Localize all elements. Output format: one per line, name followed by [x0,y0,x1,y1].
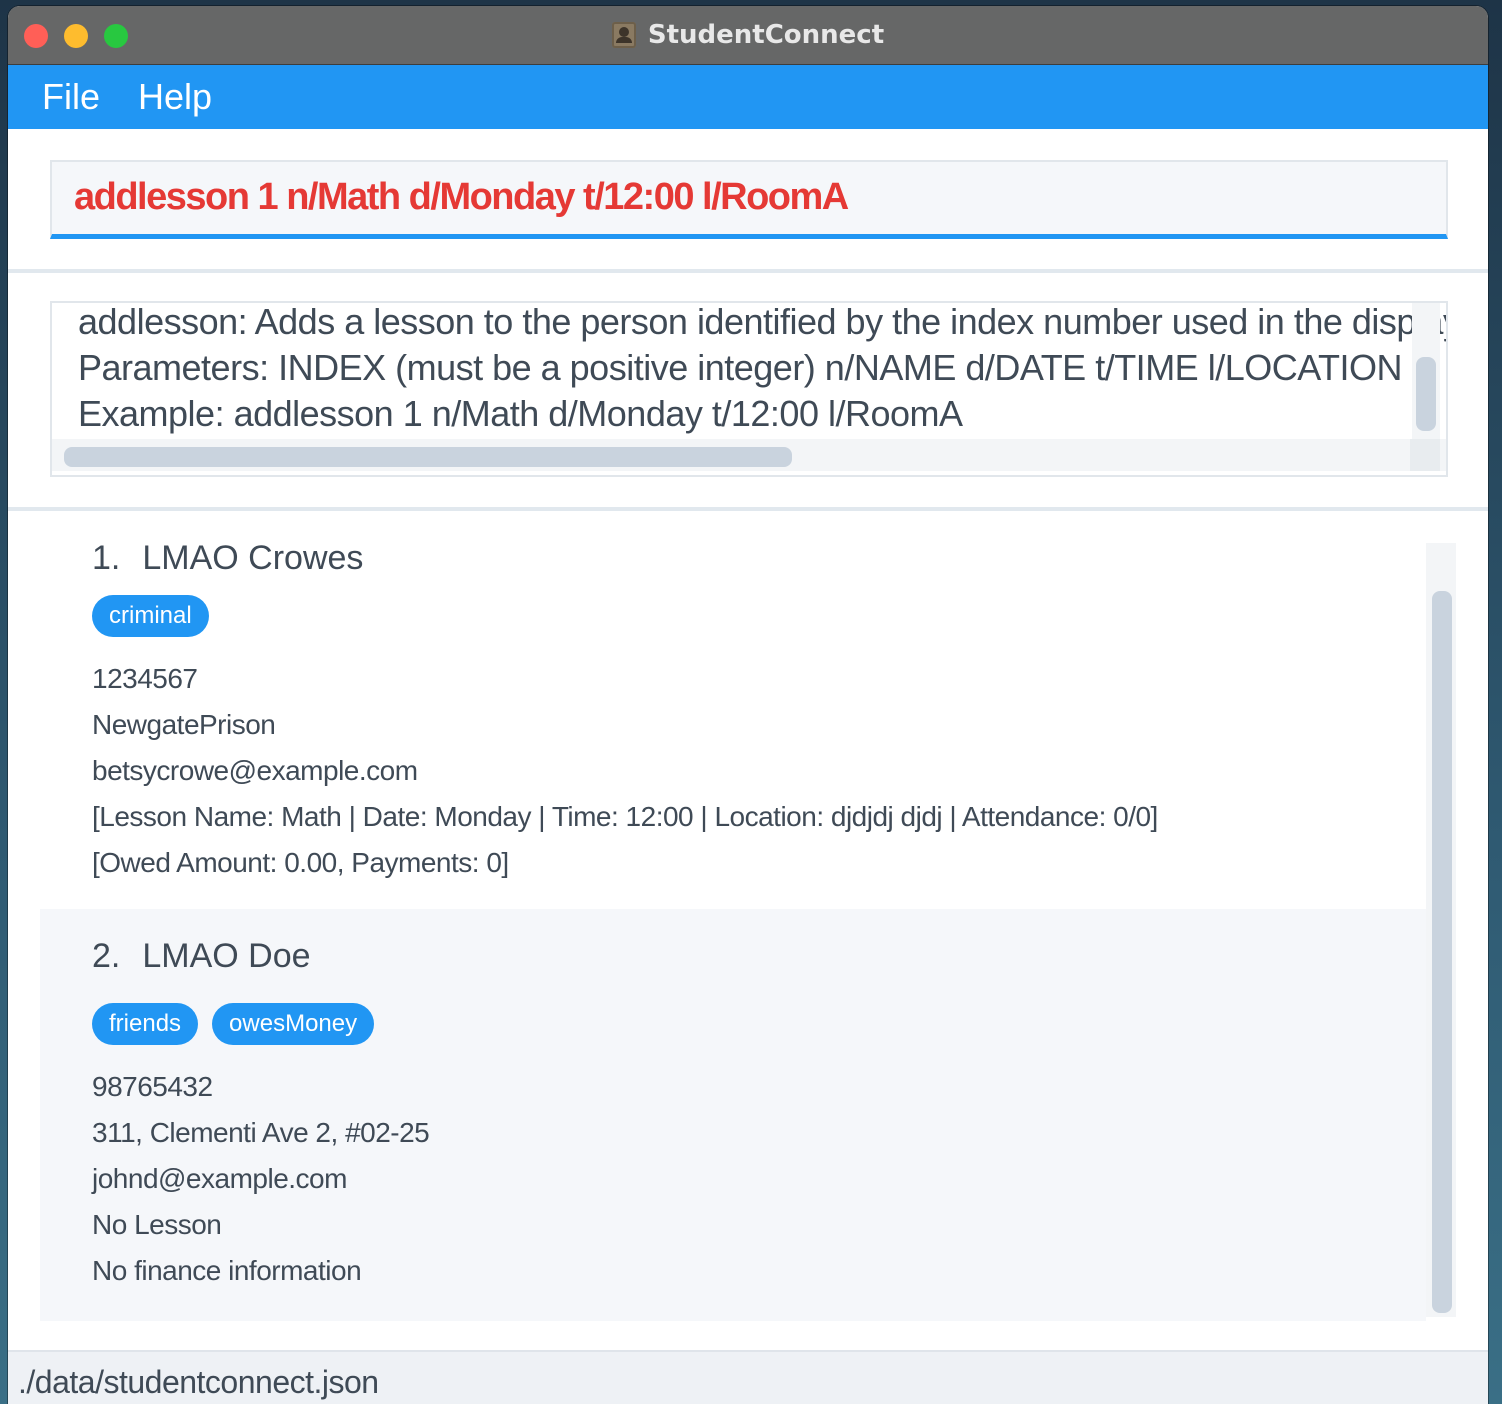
result-section: addlesson: Adds a lesson to the person i… [8,273,1488,511]
tag: criminal [92,595,209,637]
person-lesson: No Lesson [92,1209,222,1240]
result-vertical-scroll-thumb[interactable] [1416,357,1436,431]
person-name: LMAO Doe [142,937,311,975]
tag-list: criminal [92,595,209,637]
person-name-line: 2. LMAO Doe [92,937,311,976]
tag: friends [92,1003,199,1045]
list-vertical-scroll-thumb[interactable] [1432,591,1452,1313]
person-name-line: 1. LMAO Crowes [92,539,363,578]
app-window: StudentConnect File Help addlesson 1 n/M… [8,6,1488,1404]
result-line-example: Example: addlesson 1 n/Math d/Monday t/1… [78,393,963,434]
person-index: 2. [92,937,121,975]
title-bar: StudentConnect [8,6,1488,65]
tag-list: friends owesMoney [92,1003,375,1045]
data-file-path: ./data/studentconnect.json [18,1364,379,1400]
person-address: NewgatePrison [92,709,276,740]
person-email: betsycrowe@example.com [92,755,418,786]
person-index: 1. [92,539,121,577]
menu-file[interactable]: File [42,76,100,118]
status-bar: ./data/studentconnect.json [8,1350,1488,1404]
result-text: addlesson: Adds a lesson to the person i… [78,301,1446,437]
menu-bar: File Help [8,65,1488,129]
scroll-corner [1410,439,1440,471]
command-input[interactable]: addlesson 1 n/Math d/Monday t/12:00 l/Ro… [50,160,1448,239]
result-line-parameters: Parameters: INDEX (must be a positive in… [78,347,1403,388]
menu-help[interactable]: Help [138,76,212,118]
result-line-usage: addlesson: Adds a lesson to the person i… [78,301,1446,342]
person-finance: No finance information [92,1255,362,1286]
person-address: 311, Clementi Ave 2, #02-25 [92,1117,430,1148]
command-input-text: addlesson 1 n/Math d/Monday t/12:00 l/Ro… [74,176,849,218]
person-list: 1. LMAO Crowes criminal 1234567 NewgatePr… [8,511,1488,1350]
title-container: StudentConnect [8,6,1488,64]
tag: owesMoney [212,1003,375,1045]
result-display[interactable]: addlesson: Adds a lesson to the person i… [50,301,1448,477]
person-finance: [Owed Amount: 0.00, Payments: 0] [92,847,509,878]
app-icon [611,22,636,48]
person-phone: 1234567 [92,663,198,694]
person-lesson: [Lesson Name: Math | Date: Monday | Time… [92,801,1158,832]
person-card[interactable]: 1. LMAO Crowes criminal 1234567 NewgatePr… [40,511,1426,909]
command-section: addlesson 1 n/Math d/Monday t/12:00 l/Ro… [8,129,1488,273]
person-email: johnd@example.com [92,1163,347,1194]
person-phone: 98765432 [92,1071,213,1102]
person-name: LMAO Crowes [142,539,364,577]
person-card[interactable]: 2. LMAO Doe friends owesMoney 98765432 31… [40,909,1426,1321]
window-title: StudentConnect [647,20,885,50]
result-horizontal-scroll-thumb[interactable] [64,447,792,467]
